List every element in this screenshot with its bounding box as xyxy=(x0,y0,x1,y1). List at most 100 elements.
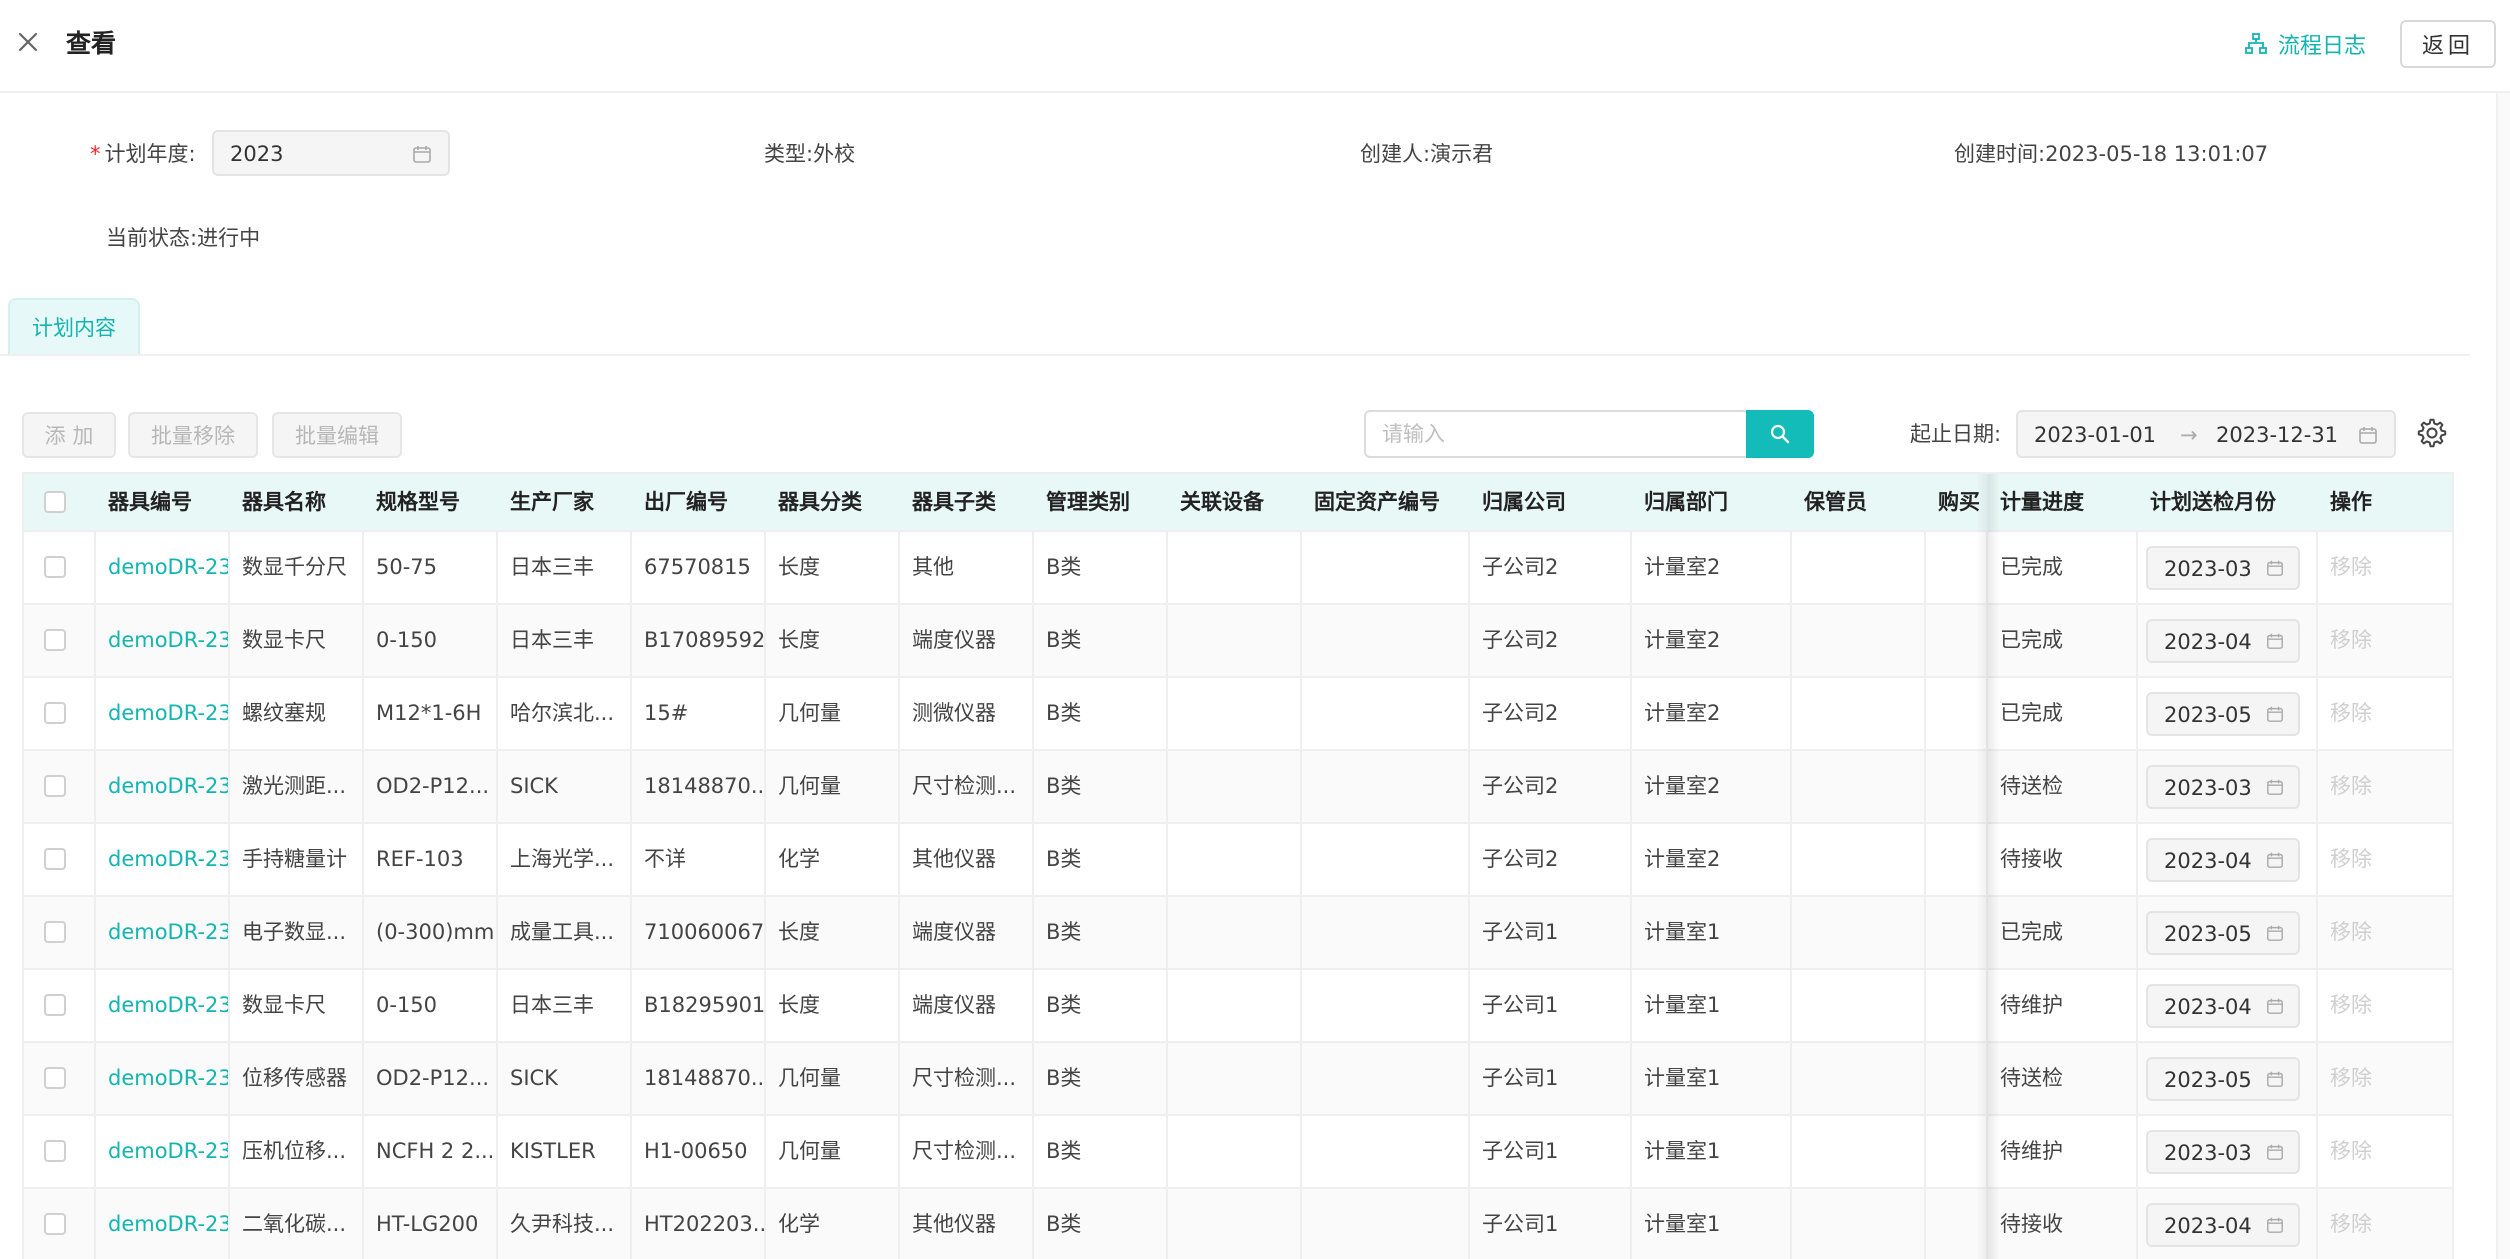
page-scrollbar[interactable] xyxy=(2496,93,2510,1259)
calendar-icon xyxy=(2267,706,2283,722)
search-button[interactable] xyxy=(1746,410,1814,458)
remove-button[interactable]: 移除 xyxy=(2318,1189,2452,1259)
column-header[interactable]: 器具编号 xyxy=(96,474,230,530)
remove-button[interactable]: 移除 xyxy=(2318,678,2452,749)
tab-plan-content[interactable]: 计划内容 xyxy=(8,298,140,354)
remove-button[interactable]: 移除 xyxy=(2318,824,2452,895)
fixed-asset-number xyxy=(1302,678,1470,749)
remove-button[interactable]: 移除 xyxy=(2318,751,2452,822)
column-header[interactable]: 出厂编号 xyxy=(632,474,766,530)
planned-month-picker[interactable]: 2023-04 xyxy=(2146,984,2300,1028)
gear-icon[interactable] xyxy=(2416,417,2448,449)
remove-button[interactable]: 移除 xyxy=(2318,532,2452,603)
serial-number: 710060067 xyxy=(632,897,766,968)
row-checkbox[interactable] xyxy=(44,556,66,578)
instrument-name: 压机位移... xyxy=(230,1116,364,1187)
planned-month-picker[interactable]: 2023-03 xyxy=(2146,1130,2300,1174)
planned-month-picker[interactable]: 2023-04 xyxy=(2146,838,2300,882)
subcategory: 尺寸检测... xyxy=(900,1116,1034,1187)
management-class: B类 xyxy=(1034,897,1168,968)
date-end: 2023-12-31 xyxy=(2216,423,2339,447)
custodian xyxy=(1792,532,1926,603)
row-checkbox[interactable] xyxy=(44,775,66,797)
planned-month-picker[interactable]: 2023-03 xyxy=(2146,546,2300,590)
planned-month-cell: 2023-03 xyxy=(2138,751,2318,822)
add-button[interactable]: 添 加 xyxy=(22,412,116,458)
planned-month-cell: 2023-04 xyxy=(2138,824,2318,895)
search-input[interactable] xyxy=(1366,412,1746,456)
planned-month-picker[interactable]: 2023-05 xyxy=(2146,1057,2300,1101)
purchase xyxy=(1926,532,1988,603)
instrument-code-link[interactable]: demoDR-230 xyxy=(96,824,230,895)
management-class: B类 xyxy=(1034,751,1168,822)
column-header[interactable]: 器具分类 xyxy=(766,474,900,530)
column-header[interactable]: 规格型号 xyxy=(364,474,498,530)
planned-month-picker[interactable]: 2023-04 xyxy=(2146,1203,2300,1247)
column-header[interactable]: 器具子类 xyxy=(900,474,1034,530)
planned-month-picker[interactable]: 2023-03 xyxy=(2146,765,2300,809)
remove-button[interactable]: 移除 xyxy=(2318,897,2452,968)
flow-log-link[interactable]: 流程日志 xyxy=(2244,26,2366,62)
planned-month-picker[interactable]: 2023-05 xyxy=(2146,911,2300,955)
department: 计量室1 xyxy=(1632,897,1792,968)
management-class: B类 xyxy=(1034,970,1168,1041)
planned-month-picker[interactable]: 2023-05 xyxy=(2146,692,2300,736)
select-all-checkbox[interactable] xyxy=(44,491,66,513)
instrument-code-link[interactable]: demoDR-230 xyxy=(96,751,230,822)
instrument-code-link[interactable]: demoDR-230 xyxy=(96,605,230,676)
column-header[interactable]: 生产厂家 xyxy=(498,474,632,530)
custodian xyxy=(1792,1189,1926,1259)
row-checkbox[interactable] xyxy=(44,994,66,1016)
remove-button[interactable]: 移除 xyxy=(2318,605,2452,676)
instrument-code-link[interactable]: demoDR-230 xyxy=(96,1043,230,1114)
batch-edit-button[interactable]: 批量编辑 xyxy=(272,412,402,458)
category: 长度 xyxy=(766,605,900,676)
remove-button[interactable]: 移除 xyxy=(2318,970,2452,1041)
table-row: demoDR-230螺纹塞规M12*1-6H哈尔滨北...15#几何量测微仪器B… xyxy=(24,676,2452,749)
column-header[interactable]: 固定资产编号 xyxy=(1302,474,1470,530)
row-checkbox[interactable] xyxy=(44,702,66,724)
column-header[interactable]: 购买 xyxy=(1926,474,1988,530)
instrument-code-link[interactable]: demoDR-230 xyxy=(96,678,230,749)
column-header[interactable]: 保管员 xyxy=(1792,474,1926,530)
column-header[interactable]: 器具名称 xyxy=(230,474,364,530)
column-header[interactable]: 操作 xyxy=(2318,474,2452,530)
column-header[interactable]: 关联设备 xyxy=(1168,474,1302,530)
serial-number: 18148870... xyxy=(632,1043,766,1114)
row-select-cell xyxy=(24,1043,96,1114)
date-range-picker[interactable]: 2023-01-01 → 2023-12-31 xyxy=(2016,410,2396,458)
subcategory: 尺寸检测... xyxy=(900,1043,1034,1114)
column-header[interactable]: 计量进度 xyxy=(1988,474,2138,530)
planned-month-picker[interactable]: 2023-04 xyxy=(2146,619,2300,663)
purchase xyxy=(1926,751,1988,822)
column-header[interactable]: 管理类别 xyxy=(1034,474,1168,530)
remove-button[interactable]: 移除 xyxy=(2318,1116,2452,1187)
row-checkbox[interactable] xyxy=(44,848,66,870)
instrument-code-link[interactable]: demoDR-230 xyxy=(96,532,230,603)
instrument-code-link[interactable]: demoDR-230 xyxy=(96,970,230,1041)
remove-button[interactable]: 移除 xyxy=(2318,1043,2452,1114)
calendar-icon xyxy=(2267,1144,2283,1160)
close-icon[interactable] xyxy=(14,28,42,56)
column-header[interactable]: 归属公司 xyxy=(1470,474,1632,530)
management-class: B类 xyxy=(1034,605,1168,676)
planned-month-cell: 2023-05 xyxy=(2138,1043,2318,1114)
batch-remove-button[interactable]: 批量移除 xyxy=(128,412,258,458)
row-checkbox[interactable] xyxy=(44,921,66,943)
back-button[interactable]: 返回 xyxy=(2400,20,2496,68)
plan-year-input[interactable]: 2023 xyxy=(212,130,450,176)
row-checkbox[interactable] xyxy=(44,1213,66,1235)
instrument-code-link[interactable]: demoDR-230 xyxy=(96,1116,230,1187)
table-row: demoDR-230数显卡尺0-150日本三丰B18295901长度端度仪器B类… xyxy=(24,968,2452,1041)
sitemap-icon xyxy=(2245,33,2267,54)
plan-year-label: 计划年度: xyxy=(104,142,196,166)
instrument-code-link[interactable]: demoDR-230 xyxy=(96,1189,230,1259)
planned-month-value: 2023-03 xyxy=(2164,776,2252,800)
row-checkbox[interactable] xyxy=(44,629,66,651)
column-header[interactable]: 归属部门 xyxy=(1632,474,1792,530)
calendar-icon xyxy=(2267,1217,2283,1233)
row-checkbox[interactable] xyxy=(44,1140,66,1162)
column-header[interactable]: 计划送检月份 xyxy=(2138,474,2318,530)
instrument-code-link[interactable]: demoDR-230 xyxy=(96,897,230,968)
row-checkbox[interactable] xyxy=(44,1067,66,1089)
